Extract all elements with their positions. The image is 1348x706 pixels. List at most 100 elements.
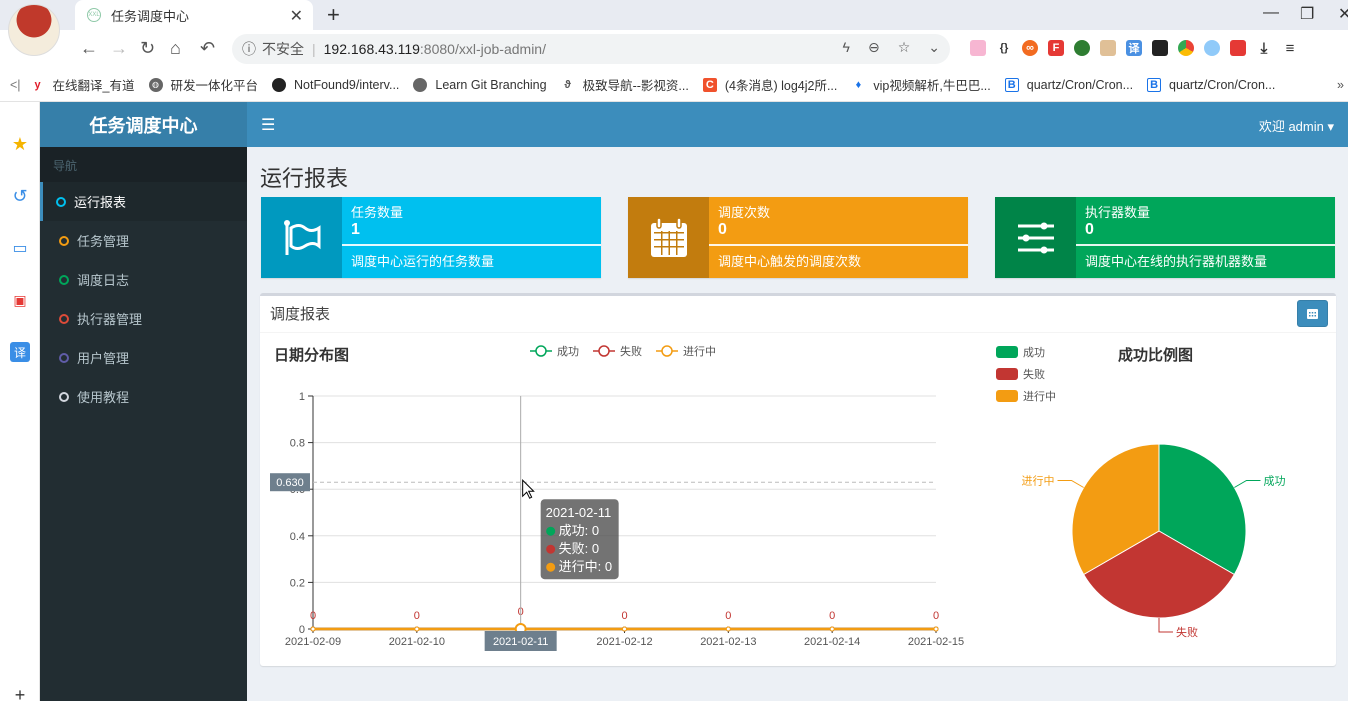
tabs-icon[interactable]: ▭ bbox=[10, 238, 30, 258]
tooltip-marker bbox=[546, 544, 556, 554]
add-icon[interactable]: + bbox=[10, 685, 30, 705]
back-icon[interactable]: ← bbox=[80, 38, 98, 59]
restore-icon[interactable]: ❐ bbox=[1300, 4, 1314, 24]
search-ext-icon[interactable] bbox=[1204, 40, 1220, 56]
globe-ext-icon[interactable] bbox=[1074, 40, 1090, 56]
sidebar-toggle-icon[interactable]: <| bbox=[10, 78, 21, 92]
history-icon[interactable]: ↺ bbox=[10, 186, 30, 206]
bookmark-item[interactable]: Learn Git Branching bbox=[413, 77, 547, 92]
pie-chart-title: 成功比例图 bbox=[1118, 346, 1193, 364]
sidebar-item-executors[interactable]: 执行器管理 bbox=[40, 299, 247, 338]
bookmark-item[interactable]: ♦ vip视频解析,牛巴巴... bbox=[851, 75, 991, 94]
box-ext-icon[interactable] bbox=[1100, 40, 1116, 56]
sidebar-item-jobs[interactable]: 任务管理 bbox=[40, 221, 247, 260]
pie-label-line bbox=[1057, 480, 1084, 488]
app-logo[interactable]: 任务调度中心 bbox=[40, 102, 247, 147]
chrome-ext-icon[interactable] bbox=[1178, 40, 1194, 56]
reload-icon[interactable]: ↻ bbox=[140, 38, 155, 59]
x-tick-label: 2021-02-09 bbox=[285, 636, 341, 648]
bookmark-item[interactable]: ◍ 研发一体化平台 bbox=[148, 75, 258, 94]
x-tick-label: 2021-02-13 bbox=[700, 636, 756, 648]
download-icon[interactable]: ⤓ bbox=[1256, 40, 1272, 57]
bookmark-item[interactable]: Bquartz/Cron/Cron... bbox=[1147, 77, 1275, 92]
info-box-desc: 调度中心触发的调度次数 bbox=[718, 254, 862, 269]
legend-swatch bbox=[996, 368, 1018, 380]
csdn-icon: C bbox=[702, 77, 717, 92]
chevron-down-icon[interactable]: ⌄ bbox=[928, 39, 940, 56]
date-range-button[interactable] bbox=[1297, 300, 1328, 327]
new-tab-button[interactable]: + bbox=[327, 2, 340, 28]
circle-icon bbox=[59, 313, 69, 324]
more-bookmarks-icon[interactable]: » bbox=[1337, 78, 1344, 92]
lightning-icon[interactable]: ϟ bbox=[843, 39, 850, 56]
sidebar-item-help[interactable]: 使用教程 bbox=[40, 377, 247, 416]
json-ext-icon[interactable]: {} bbox=[996, 40, 1012, 56]
line-chart-legend: 成功 失败 进行中 bbox=[530, 344, 716, 358]
pdf-ext-icon[interactable] bbox=[1230, 40, 1246, 56]
xxl-favicon-icon: XXL bbox=[87, 8, 101, 22]
close-window-icon[interactable]: ✕ bbox=[1338, 4, 1348, 24]
data-point bbox=[310, 626, 316, 632]
zoom-icon[interactable]: ⊖ bbox=[868, 39, 880, 56]
data-label: 0 bbox=[829, 610, 835, 622]
y-tick-label: 0 bbox=[299, 624, 305, 636]
mouse-cursor-icon bbox=[522, 479, 535, 499]
bookmark-star-icon[interactable]: ☆ bbox=[898, 39, 911, 56]
pie-label: 成功 bbox=[1263, 475, 1285, 488]
legend-label: 进行中 bbox=[1023, 390, 1056, 403]
sliders-icon bbox=[995, 197, 1076, 278]
sidebar-item-report[interactable]: 运行报表 bbox=[40, 182, 247, 221]
data-point bbox=[829, 626, 835, 632]
browser-tab[interactable]: XXL 任务调度中心 ✕ bbox=[75, 0, 313, 30]
sidebar-item-users[interactable]: 用户管理 bbox=[40, 338, 247, 377]
info-icon[interactable]: ⓘ bbox=[242, 39, 256, 59]
tampermonkey-ext-icon[interactable] bbox=[1152, 40, 1168, 56]
bookmark-item[interactable]: Bquartz/Cron/Cron... bbox=[1004, 77, 1133, 92]
data-point bbox=[933, 626, 939, 632]
url-host: 192.168.43.119 bbox=[323, 41, 420, 57]
bookmark-item[interactable]: NotFound9/interv... bbox=[272, 77, 399, 92]
youdao-icon: y bbox=[34, 78, 41, 91]
minimize-icon[interactable]: — bbox=[1263, 4, 1279, 22]
x-tick-label: 2021-02-15 bbox=[908, 636, 964, 648]
security-label: 不安全 bbox=[262, 41, 304, 57]
fe-ext-icon[interactable]: F bbox=[1048, 40, 1064, 56]
infinity-ext-icon[interactable]: ∞ bbox=[1022, 40, 1038, 56]
menu-icon[interactable]: ≡ bbox=[1282, 40, 1298, 57]
info-box-title: 执行器数量 bbox=[1085, 205, 1151, 220]
b-icon: B bbox=[1147, 77, 1162, 92]
bookmark-item[interactable]: C (4条消息) log4j2所... bbox=[702, 75, 837, 94]
drop-icon: ♦ bbox=[855, 78, 862, 91]
bilibili-ext-icon[interactable] bbox=[970, 40, 986, 56]
legend-label: 成功 bbox=[557, 345, 579, 358]
close-tab-icon[interactable]: ✕ bbox=[290, 6, 303, 26]
tooltip-marker bbox=[546, 562, 556, 572]
translate-ext-icon[interactable]: 译 bbox=[1126, 40, 1142, 56]
x-tick-label: 2021-02-10 bbox=[389, 636, 445, 648]
profile-avatar[interactable] bbox=[8, 4, 60, 56]
bookmark-item[interactable]: y 在线翻译_有道 bbox=[31, 75, 134, 94]
pie-chart-legend: 成功失败进行中 bbox=[996, 346, 1056, 403]
user-menu[interactable]: 欢迎 admin ▾ bbox=[1259, 116, 1334, 135]
legend-marker bbox=[598, 345, 610, 357]
star-icon[interactable]: ★ bbox=[10, 134, 30, 154]
browser-tab-bar: XXL 任务调度中心 ✕ + — ❐ ✕ bbox=[0, 0, 1348, 30]
y-tick-label: 0.4 bbox=[290, 531, 305, 543]
translate-icon[interactable]: 译 bbox=[10, 342, 30, 362]
hamburger-icon[interactable]: ☰ bbox=[261, 115, 275, 135]
data-label: 0 bbox=[310, 610, 316, 622]
pdf-icon[interactable]: ▣ bbox=[10, 290, 30, 310]
y-tick-label: 0.2 bbox=[290, 577, 305, 589]
home-icon[interactable]: ⌂ bbox=[170, 38, 181, 59]
flag-icon bbox=[261, 197, 342, 278]
address-bar[interactable]: ⓘ 不安全 | 192.168.43.119 :8080/xxl-job-adm… bbox=[232, 34, 950, 64]
undo-icon[interactable]: ↶ bbox=[200, 38, 215, 59]
circle-icon bbox=[59, 274, 69, 285]
report-box: 调度报表 日期分布图 成功失败进行中 00.20.40.60.812021-02… bbox=[260, 293, 1336, 666]
line-chart[interactable]: 日期分布图 成功失败进行中 00.20.40.60.812021-02-0920… bbox=[260, 333, 980, 666]
forward-icon[interactable]: → bbox=[110, 38, 128, 59]
sidebar-item-logs[interactable]: 调度日志 bbox=[40, 260, 247, 299]
bookmark-item[interactable]: ϑ 极致导航--影视资... bbox=[561, 75, 688, 94]
pie-chart[interactable]: 成功比例图 成功失败进行中 成功失败进行中 bbox=[980, 333, 1336, 666]
b-icon: B bbox=[1004, 77, 1019, 92]
